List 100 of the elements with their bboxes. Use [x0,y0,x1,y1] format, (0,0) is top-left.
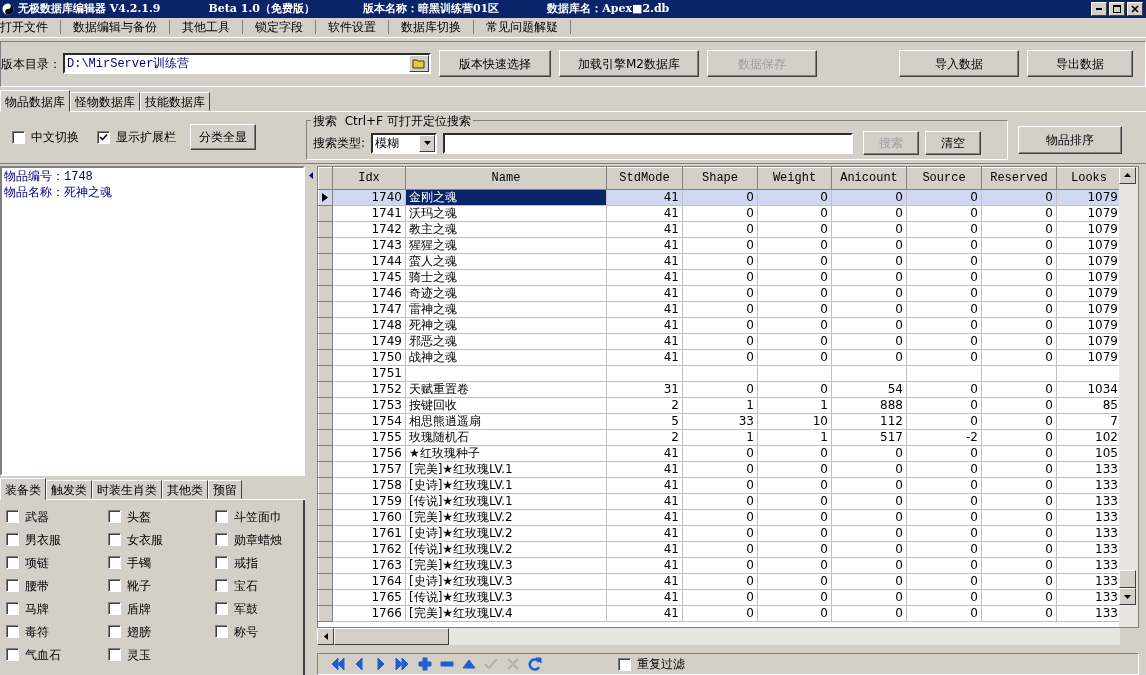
search-field[interactable] [443,132,854,154]
table-cell: 1754 [371,414,402,429]
filter-label: 重复过滤 [637,656,685,673]
horizontal-scrollbar[interactable] [317,628,1120,645]
checkbox-label: 中文切换 [31,129,79,147]
folder-icon[interactable] [409,55,429,73]
toolbar-button[interactable]: 版本快速选择 [439,50,551,78]
checkbox[interactable] [215,510,228,523]
table-cell: 0 [820,350,828,365]
menu-item[interactable]: 常见问题解疑 [474,20,571,35]
category-label: 戒指 [234,554,258,572]
checkbox[interactable] [6,625,19,638]
table-cell: 0 [895,510,903,525]
category-tab[interactable]: 时装生肖类 [92,480,162,499]
item-name-cell: 蛮人之魂 [409,254,457,269]
item-info-line: 物品编号：1748 [4,168,94,185]
table-cell: 1 [820,430,828,445]
table-cell: 1742 [371,222,402,237]
column-header[interactable]: StdMode [606,167,683,190]
table-cell: 0 [1045,430,1053,445]
toolbar-button[interactable]: 导入数据 [899,50,1019,78]
checkbox[interactable] [215,579,228,592]
table-cell: -2 [966,430,978,445]
menu-item[interactable]: 其他工具 [170,20,243,35]
table-cell: 41 [663,254,679,269]
table-cell: 0 [970,510,978,525]
column-header[interactable]: Weight [757,167,832,190]
table-cell: 41 [663,494,679,509]
menu-item[interactable]: 数据编辑与备份 [61,20,170,35]
clear-button[interactable]: 清空 [925,131,982,156]
checkbox[interactable] [6,556,19,569]
category-tab[interactable]: 预留 [208,480,242,499]
sort-button[interactable]: 物品排序 [1018,126,1122,155]
checkbox[interactable] [108,533,121,546]
checkbox[interactable] [215,625,228,638]
menu-item[interactable]: 软件设置 [316,20,389,35]
category-tab[interactable]: 触发类 [46,480,92,499]
column-header[interactable]: Source [906,167,982,190]
checkbox[interactable] [6,533,19,546]
category-tab[interactable]: 装备类 [0,478,46,500]
table-cell: 0 [895,462,903,477]
maximize-button[interactable] [1109,2,1125,16]
checkbox[interactable] [108,510,121,523]
database-tab[interactable]: 物品数据库 [0,89,70,112]
checkbox[interactable] [215,556,228,569]
table-cell: 0 [970,302,978,317]
checkbox[interactable] [215,602,228,615]
checkbox[interactable] [12,130,25,144]
close-button[interactable] [1127,2,1143,16]
minimize-button[interactable] [1091,2,1107,16]
table-cell: 1741 [371,206,402,221]
checkbox[interactable] [618,657,631,671]
column-header[interactable]: Anicount [831,167,907,190]
database-tab[interactable]: 怪物数据库 [70,91,140,111]
table-cell: 0 [746,350,754,365]
window-title: 版本名称：暗黑训练营01区 [362,0,500,17]
checkbox[interactable] [108,556,121,569]
column-header[interactable]: Shape [682,167,758,190]
checkbox[interactable] [6,648,19,661]
checkbox[interactable] [6,579,19,592]
menu-item[interactable]: 数据库切换 [389,20,474,35]
checkbox[interactable] [215,533,228,546]
vertical-scrollbar[interactable] [1119,166,1138,627]
checkbox[interactable] [97,130,110,144]
column-header[interactable]: Name [405,167,607,190]
scrollbar-thumb[interactable] [334,628,449,645]
table-cell: 0 [746,494,754,509]
table-cell: 0 [970,334,978,349]
window-title: 无极数据库编辑器 V4.2.1.9 [18,0,161,17]
toolbar-button[interactable]: 导出数据 [1027,50,1133,78]
table-cell: 0 [895,222,903,237]
checkbox[interactable] [108,579,121,592]
menu-item[interactable]: 锁定字段 [243,20,316,35]
collapse-arrow-icon[interactable] [309,171,313,179]
category-label: 勋章蜡烛 [234,531,282,549]
table-cell: 1079 [1087,302,1118,317]
show-all-button[interactable]: 分类全显 [190,124,256,151]
toolbar-button[interactable]: 加载引擎M2数据库 [559,50,699,78]
category-tab[interactable]: 其他类 [162,480,208,499]
checkbox[interactable] [6,602,19,615]
directory-field[interactable]: D:\MirServer训练营 [63,53,431,75]
table-cell: 0 [970,270,978,285]
database-tab[interactable]: 技能数据库 [140,91,210,111]
item-name-cell: 骑士之魂 [409,270,457,285]
directory-input[interactable]: D:\MirServer训练营 [65,54,409,73]
table-cell: 0 [820,270,828,285]
table-cell: 0 [895,574,903,589]
table-cell: 1764 [371,574,402,589]
scrollbar-thumb[interactable] [1119,570,1136,588]
arrow-up-icon [1124,173,1131,178]
column-header[interactable]: Looks [1056,167,1119,190]
checkbox[interactable] [108,625,121,638]
search-type-dropdown[interactable]: 模糊 [371,132,438,154]
menu-item[interactable]: 打开文件 [0,20,61,35]
checkbox[interactable] [6,510,19,523]
table-cell: 0 [895,478,903,493]
column-header[interactable]: Reserved [981,167,1057,190]
checkbox[interactable] [108,648,121,661]
checkbox[interactable] [108,602,121,615]
column-header[interactable]: Idx [332,167,406,190]
